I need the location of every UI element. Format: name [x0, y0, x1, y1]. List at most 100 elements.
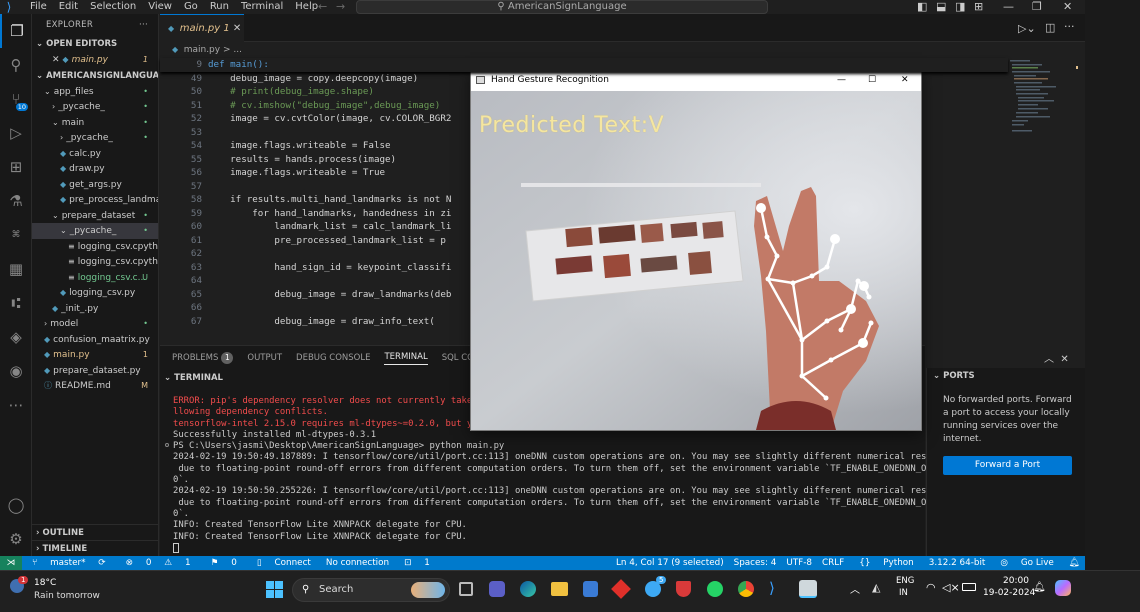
tree-item[interactable]: ◆ prepare_dataset.py [32, 363, 158, 379]
vscode-taskbar-icon[interactable]: ⟩ [769, 580, 785, 597]
split-editor-icon[interactable]: ◫ [1045, 21, 1055, 34]
settings-gear-icon[interactable]: ⚙ [0, 522, 32, 556]
minimap[interactable] [1008, 58, 1078, 148]
code-line[interactable]: debug_image = draw_landmarks(deb [208, 288, 451, 302]
code-line[interactable]: pre_processed_landmark_list = p [208, 234, 451, 248]
close-icon[interactable]: ✕ [1063, 0, 1072, 14]
go-live-status[interactable]: ◎ Go Live [990, 558, 1063, 568]
code-line[interactable]: if results.multi_hand_landmarks is not N [208, 193, 451, 207]
code-editor[interactable]: image = cv.flip(image, 1) debug_image = … [208, 58, 451, 328]
run-debug-icon[interactable]: ▷ [0, 116, 32, 150]
mcafee-icon[interactable] [676, 581, 691, 597]
forward-port-button[interactable]: Forward a Port [943, 456, 1072, 475]
eol-status[interactable]: CRLF [817, 558, 849, 568]
code-line[interactable] [208, 301, 451, 315]
tray-app-icon[interactable]: ◭ [872, 581, 880, 594]
tree-item[interactable]: ⌄ prepare_dataset • [32, 208, 158, 224]
code-line[interactable]: # cv.imshow("debug_image",debug_image) [208, 99, 451, 113]
tree-item[interactable]: ⓘ README.md M [32, 378, 158, 394]
code-line[interactable] [208, 180, 451, 194]
menu-terminal[interactable]: Terminal [235, 0, 289, 14]
tab-debug-console[interactable]: DEBUG CONSOLE [296, 353, 370, 363]
code-line[interactable] [208, 126, 451, 140]
tree-item[interactable]: ◆ main.py 1 [32, 347, 158, 363]
chrome-icon[interactable] [738, 581, 754, 597]
extensions-icon[interactable]: ⊞ [0, 150, 32, 184]
terminal-count-status[interactable]: ⊡ 1 [394, 558, 440, 568]
tab-problems[interactable]: PROBLEMS 1 [172, 352, 234, 364]
timeline-header[interactable]: › TIMELINE [32, 540, 158, 556]
remote-indicator-icon[interactable]: ⋊ [0, 556, 22, 570]
ports-header[interactable]: ⌄ PORTS [927, 368, 975, 384]
toggle-panel-icon[interactable]: ⬓ [936, 0, 946, 14]
back-arrow-icon[interactable]: ← [318, 0, 327, 14]
testing-icon[interactable]: ⚗ [0, 184, 32, 218]
window-maximize-icon[interactable]: ☐ [868, 70, 876, 91]
code-line[interactable]: debug_image = copy.deepcopy(image) [208, 72, 451, 86]
app-red-diamond-icon[interactable] [611, 579, 631, 599]
restore-icon[interactable]: ❐ [1032, 0, 1042, 14]
search-icon[interactable]: ⚲ [0, 48, 32, 82]
ports-status[interactable]: ⚑ 0 [201, 558, 247, 568]
more-icon[interactable]: ⋯ [0, 388, 32, 422]
tab-terminal[interactable]: TERMINAL [384, 352, 428, 365]
start-windows-icon[interactable] [266, 581, 283, 598]
volume-muted-icon[interactable]: ◁× [942, 581, 960, 594]
tree-item[interactable]: ≡ logging_csv.c... U [32, 270, 158, 286]
teams-icon[interactable] [489, 581, 505, 597]
python-interpreter-status[interactable]: 3.12.2 64-bit [924, 558, 991, 568]
language-indicator[interactable]: ENG [896, 576, 914, 586]
tab-main-py[interactable]: ◆ main.py 1 ✕ [160, 14, 244, 42]
tree-item[interactable]: ◆ logging_csv.py [32, 285, 158, 301]
code-line[interactable]: landmark_list = calc_landmark_li [208, 220, 451, 234]
minimize-icon[interactable]: — [1003, 0, 1014, 14]
code-line[interactable]: hand_sign_id = keypoint_classifi [208, 261, 451, 275]
menu-edit[interactable]: Edit [53, 0, 84, 14]
menu-selection[interactable]: Selection [84, 0, 142, 14]
menu-go[interactable]: Go [178, 0, 204, 14]
tree-item[interactable]: ◆ calc.py [32, 146, 158, 162]
git-graph-icon[interactable]: ⑆ [0, 286, 32, 320]
close-icon[interactable]: ✕ [52, 55, 62, 65]
tree-item[interactable]: ⌄ app_files • [32, 84, 158, 100]
project-header[interactable]: ⌄ AMERICANSIGNLANGUAGE [32, 68, 158, 84]
code-line[interactable] [208, 247, 451, 261]
connection-status[interactable]: No connection [321, 558, 394, 568]
tree-item[interactable]: ◆ _init_.py [32, 301, 158, 317]
tree-item[interactable]: › _pycache_ • [32, 130, 158, 146]
branch-status[interactable]: ⑂ master* ⟳ [22, 558, 116, 568]
explorer-icon[interactable]: ❐ [0, 14, 32, 48]
indentation-status[interactable]: Spaces: 4 [729, 558, 782, 568]
code-line[interactable] [208, 274, 451, 288]
tree-item[interactable]: › model • [32, 316, 158, 332]
toggle-sidebar-icon[interactable]: ◧ [917, 0, 927, 14]
chevron-up-icon[interactable]: ︿ [850, 581, 860, 596]
menu-file[interactable]: File [24, 0, 53, 14]
sticky-scroll[interactable]: 9 def main(): [160, 58, 1008, 72]
containers-icon[interactable]: ◉ [0, 354, 32, 388]
tree-item[interactable]: ≡logging_csv.cpytho... [32, 254, 158, 270]
more-actions-icon[interactable]: ··· [139, 14, 148, 36]
store-icon[interactable] [583, 581, 598, 597]
tree-item[interactable]: ◆pre_process_landma... [32, 192, 158, 208]
code-line[interactable]: image.flags.writeable = False [208, 139, 451, 153]
maximize-panel-icon[interactable]: ︿ [1044, 354, 1054, 365]
code-line[interactable]: # print(debug_image.shape) [208, 85, 451, 99]
connect-status[interactable]: ▯ Connect [247, 558, 321, 568]
wifi-icon[interactable]: ◠ [926, 581, 936, 594]
toggle-secondary-sidebar-icon[interactable]: ◨ [955, 0, 965, 14]
tree-item[interactable]: ⌄ _pycache_ • [32, 223, 158, 239]
tree-item[interactable]: ◆ confusion_maatrix.py [32, 332, 158, 348]
taskbar-search-box[interactable]: ⚲ Search [292, 578, 450, 602]
tree-item[interactable]: ◆ get_args.py [32, 177, 158, 193]
outline-header[interactable]: › OUTLINE [32, 524, 158, 540]
open-editors-header[interactable]: ⌄ OPEN EDITORS [32, 36, 158, 52]
weather-widget[interactable]: 1 18°C Rain tomorrow [10, 576, 110, 608]
forward-arrow-icon[interactable]: → [336, 0, 345, 14]
tree-item[interactable]: ≡logging_csv.cpytho... [32, 239, 158, 255]
run-python-icon[interactable]: ▷⌄ [1018, 22, 1036, 35]
code-line[interactable]: for hand_landmarks, handedness in zi [208, 207, 451, 221]
tab-output[interactable]: OUTPUT [247, 353, 282, 363]
encoding-status[interactable]: UTF-8 [781, 558, 817, 568]
account-icon[interactable]: ◯ [0, 488, 32, 522]
